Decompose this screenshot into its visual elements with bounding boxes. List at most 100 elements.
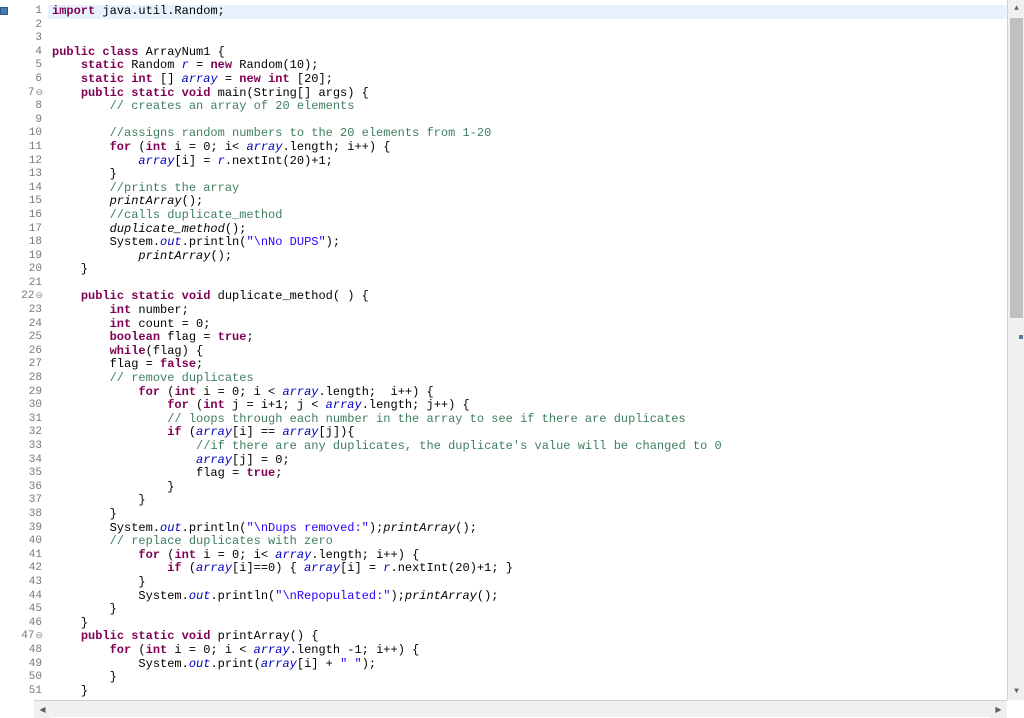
- scroll-up-arrow[interactable]: ▲: [1008, 0, 1024, 17]
- code-line[interactable]: [48, 114, 1024, 128]
- code-line[interactable]: [48, 32, 1024, 46]
- line-number[interactable]: 25: [14, 331, 42, 345]
- line-number[interactable]: 14: [14, 182, 42, 196]
- line-number[interactable]: 13: [14, 168, 42, 182]
- line-number[interactable]: 29: [14, 386, 42, 400]
- code-line[interactable]: printArray();: [48, 195, 1024, 209]
- code-line[interactable]: import java.util.Random;: [48, 5, 1024, 19]
- code-line[interactable]: }: [48, 494, 1024, 508]
- line-number[interactable]: 16: [14, 209, 42, 223]
- code-line[interactable]: if (array[i]==0) { array[i] = r.nextInt(…: [48, 562, 1024, 576]
- line-number[interactable]: 4: [14, 46, 42, 60]
- code-line[interactable]: [48, 277, 1024, 291]
- code-line[interactable]: for (int j = i+1; j < array.length; j++)…: [48, 399, 1024, 413]
- code-line[interactable]: System.out.print(array[i] + " ");: [48, 658, 1024, 672]
- code-line[interactable]: printArray();: [48, 250, 1024, 264]
- line-number[interactable]: 28: [14, 372, 42, 386]
- line-number[interactable]: 47⊖: [14, 630, 42, 644]
- scroll-right-arrow[interactable]: ▶: [990, 701, 1007, 718]
- line-number[interactable]: 18: [14, 236, 42, 250]
- line-number[interactable]: 32: [14, 426, 42, 440]
- code-line[interactable]: public class ArrayNum1 {: [48, 46, 1024, 60]
- line-number[interactable]: 45: [14, 603, 42, 617]
- line-number[interactable]: 12: [14, 155, 42, 169]
- line-number[interactable]: 46: [14, 617, 42, 631]
- line-number[interactable]: 50: [14, 671, 42, 685]
- code-line[interactable]: public static void printArray() {: [48, 630, 1024, 644]
- line-number[interactable]: 6: [14, 73, 42, 87]
- line-number[interactable]: 40: [14, 535, 42, 549]
- line-number[interactable]: 10: [14, 127, 42, 141]
- code-line[interactable]: //assigns random numbers to the 20 eleme…: [48, 127, 1024, 141]
- code-line[interactable]: // creates an array of 20 elements: [48, 100, 1024, 114]
- line-number[interactable]: 23: [14, 304, 42, 318]
- line-number[interactable]: 51: [14, 685, 42, 699]
- line-number[interactable]: 48: [14, 644, 42, 658]
- code-line[interactable]: }: [48, 481, 1024, 495]
- line-number[interactable]: 30: [14, 399, 42, 413]
- line-number[interactable]: 21: [14, 277, 42, 291]
- line-number[interactable]: 11: [14, 141, 42, 155]
- code-line[interactable]: // loops through each number in the arra…: [48, 413, 1024, 427]
- line-number[interactable]: 22⊖: [14, 290, 42, 304]
- line-number[interactable]: 43: [14, 576, 42, 590]
- line-number[interactable]: 42: [14, 562, 42, 576]
- code-line[interactable]: System.out.println("\nDups removed:");pr…: [48, 522, 1024, 536]
- line-number[interactable]: 15: [14, 195, 42, 209]
- vertical-scrollbar[interactable]: ▲ ▼: [1007, 0, 1024, 700]
- scroll-down-arrow[interactable]: ▼: [1008, 683, 1024, 700]
- line-number[interactable]: 7⊖: [14, 87, 42, 101]
- line-number[interactable]: 5: [14, 59, 42, 73]
- code-line[interactable]: for (int i = 0; i < array.length -1; i++…: [48, 644, 1024, 658]
- code-line[interactable]: flag = true;: [48, 467, 1024, 481]
- horizontal-scrollbar[interactable]: ◀ ▶: [34, 700, 1007, 717]
- code-line[interactable]: }: [48, 685, 1024, 699]
- code-line[interactable]: array[j] = 0;: [48, 454, 1024, 468]
- line-number[interactable]: 19: [14, 250, 42, 264]
- bookmark-marker[interactable]: [0, 7, 8, 15]
- line-number[interactable]: 3: [14, 32, 42, 46]
- code-line[interactable]: public static void duplicate_method( ) {: [48, 290, 1024, 304]
- line-number[interactable]: 39: [14, 522, 42, 536]
- code-line[interactable]: }: [48, 168, 1024, 182]
- code-line[interactable]: }: [48, 617, 1024, 631]
- line-number[interactable]: 31: [14, 413, 42, 427]
- scroll-left-arrow[interactable]: ◀: [34, 701, 51, 718]
- line-number[interactable]: 44: [14, 590, 42, 604]
- code-line[interactable]: //if there are any duplicates, the dupli…: [48, 440, 1024, 454]
- code-line[interactable]: //calls duplicate_method: [48, 209, 1024, 223]
- line-number[interactable]: 41: [14, 549, 42, 563]
- code-line[interactable]: duplicate_method();: [48, 223, 1024, 237]
- code-line[interactable]: for (int i = 0; i < array.length; i++) {: [48, 386, 1024, 400]
- code-line[interactable]: int number;: [48, 304, 1024, 318]
- code-line[interactable]: if (array[i] == array[j]){: [48, 426, 1024, 440]
- line-number-gutter[interactable]: 1234567⊖8910111213141516171819202122⊖232…: [14, 0, 48, 700]
- code-line[interactable]: }: [48, 263, 1024, 277]
- code-line[interactable]: }: [48, 671, 1024, 685]
- line-number[interactable]: 9: [14, 114, 42, 128]
- line-number[interactable]: 2: [14, 19, 42, 33]
- code-line[interactable]: System.out.println("\nNo DUPS");: [48, 236, 1024, 250]
- code-line[interactable]: for (int i = 0; i< array.length; i++) {: [48, 141, 1024, 155]
- code-line[interactable]: }: [48, 603, 1024, 617]
- code-line[interactable]: flag = false;: [48, 358, 1024, 372]
- line-number[interactable]: 8: [14, 100, 42, 114]
- code-line[interactable]: for (int i = 0; i< array.length; i++) {: [48, 549, 1024, 563]
- code-line[interactable]: // replace duplicates with zero: [48, 535, 1024, 549]
- line-number[interactable]: 24: [14, 318, 42, 332]
- line-number[interactable]: 27: [14, 358, 42, 372]
- code-line[interactable]: while(flag) {: [48, 345, 1024, 359]
- code-line[interactable]: [48, 19, 1024, 33]
- code-line[interactable]: static int [] array = new int [20];: [48, 73, 1024, 87]
- code-line[interactable]: int count = 0;: [48, 318, 1024, 332]
- line-number[interactable]: 33: [14, 440, 42, 454]
- line-number[interactable]: 38: [14, 508, 42, 522]
- code-line[interactable]: System.out.println("\nRepopulated:");pri…: [48, 590, 1024, 604]
- line-number[interactable]: 36: [14, 481, 42, 495]
- code-line[interactable]: array[i] = r.nextInt(20)+1;: [48, 155, 1024, 169]
- code-line[interactable]: public static void main(String[] args) {: [48, 87, 1024, 101]
- line-number[interactable]: 1: [14, 5, 42, 19]
- line-number[interactable]: 20: [14, 263, 42, 277]
- code-line[interactable]: }: [48, 508, 1024, 522]
- code-content[interactable]: import java.util.Random; public class Arr…: [48, 0, 1024, 700]
